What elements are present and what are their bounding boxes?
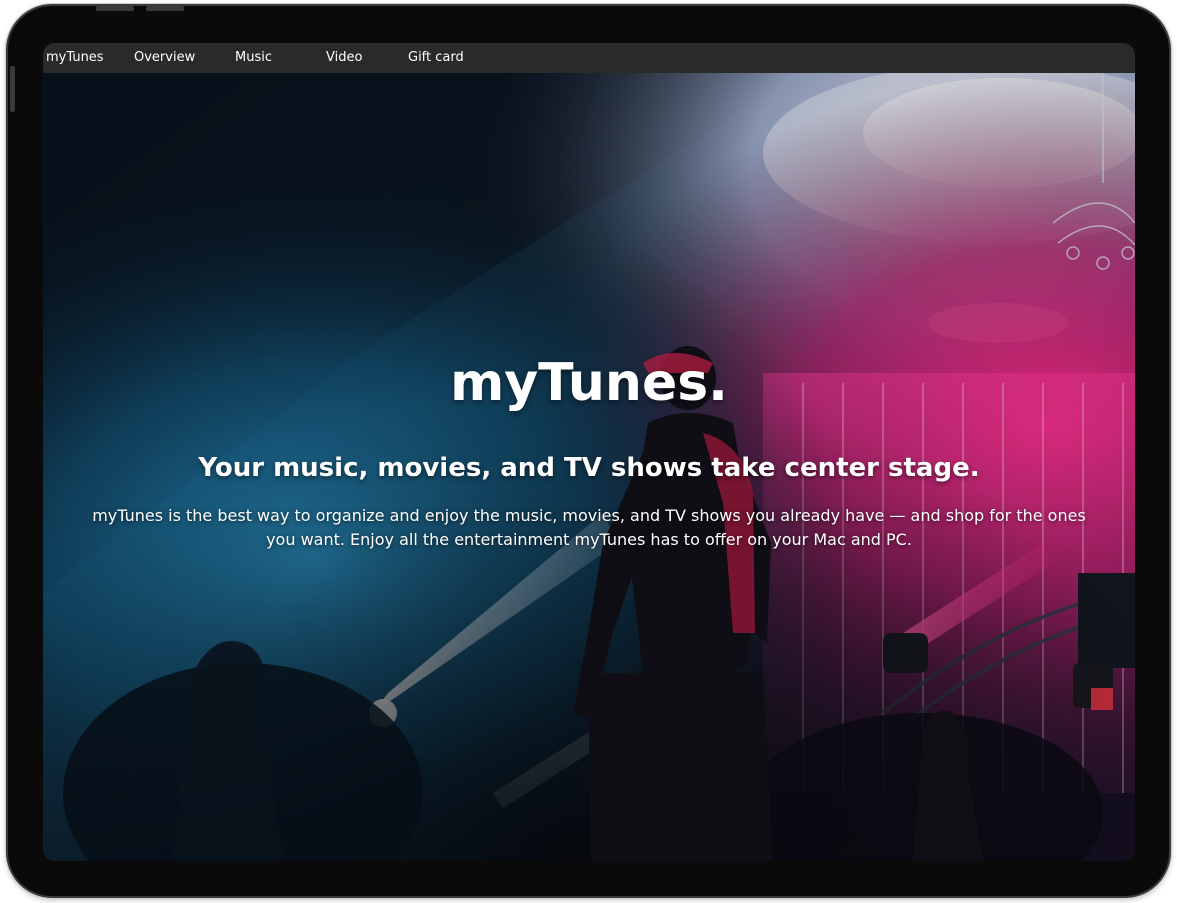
screen: myTunes Overview Music Video Gift card m… (43, 43, 1135, 861)
volume-button (146, 6, 184, 11)
nav-brand-link[interactable]: myTunes (46, 43, 104, 73)
nav-item-video[interactable]: Video (326, 43, 362, 73)
hero-subtitle: Your music, movies, and TV shows take ce… (198, 452, 980, 483)
hero-title: myTunes. (450, 352, 728, 413)
hero-description: myTunes is the best way to organize and … (92, 506, 1086, 549)
hero-section: myTunes. Your music, movies, and TV show… (43, 73, 1135, 861)
volume-button (96, 6, 134, 11)
nav-item-music[interactable]: Music (235, 43, 272, 73)
top-navbar: myTunes Overview Music Video Gift card (43, 43, 1135, 73)
power-button (10, 66, 15, 112)
nav-item-overview[interactable]: Overview (134, 43, 195, 73)
nav-item-gift-card[interactable]: Gift card (408, 43, 464, 73)
